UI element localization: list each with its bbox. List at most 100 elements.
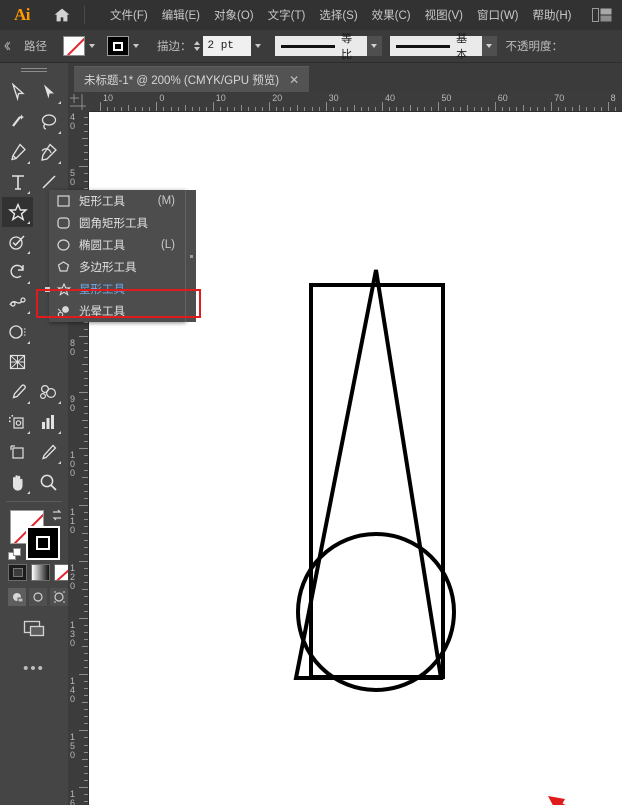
ruler-tick (79, 786, 88, 788)
rectangle-shape[interactable] (309, 283, 445, 679)
ruler-label-h: 10 (103, 93, 114, 103)
menu-window[interactable]: 窗口(W) (470, 3, 526, 27)
width-profile-dropdown-icon[interactable] (366, 36, 382, 56)
ruler-tick (79, 674, 88, 675)
shape-builder-tool[interactable] (2, 317, 33, 347)
ruler-label-h: 0 (159, 93, 165, 103)
mesh-tool[interactable] (2, 347, 33, 377)
gradient-tool-slot[interactable] (33, 347, 64, 377)
eyedropper-tool[interactable] (2, 377, 33, 407)
lasso-tool[interactable] (33, 107, 64, 137)
color-mode-button[interactable] (8, 564, 27, 581)
home-icon[interactable] (44, 0, 80, 30)
menu-file[interactable]: 文件(F) (103, 3, 155, 27)
star-tool[interactable] (2, 197, 33, 227)
type-tool[interactable] (2, 167, 33, 197)
flare-icon (55, 305, 72, 318)
slice-tool[interactable] (33, 437, 64, 467)
tool-flyout-indicator-icon (58, 131, 61, 134)
ruler-label-v: 40 (70, 112, 76, 131)
arrange-documents-icon[interactable] (592, 7, 612, 23)
swap-fill-stroke-icon[interactable] (50, 508, 64, 527)
menu-edit[interactable]: 编辑(E) (155, 3, 207, 27)
ruler-tick (382, 102, 383, 111)
flyout-rounded-rectangle-tool[interactable]: 圆角矩形工具 (49, 212, 185, 234)
tool-flyout-indicator-icon (27, 491, 30, 494)
ruler-tick (128, 105, 130, 111)
width-tool[interactable] (2, 287, 33, 317)
stroke-dropdown-chevron-icon[interactable] (129, 36, 143, 56)
ruler-tick (84, 547, 88, 549)
stroke-weight-stepper[interactable] (192, 36, 203, 56)
draw-normal-button[interactable] (8, 588, 26, 606)
brush-definition-dropdown-icon[interactable] (481, 36, 497, 56)
stroke-swatch-ring (36, 536, 50, 550)
ruler-tick (84, 462, 88, 464)
zoom-tool[interactable] (33, 467, 64, 497)
ruler-tick (473, 107, 475, 111)
document-tab[interactable]: 未标题-1* @ 200% (CMYK/GPU 预览) ✕ (74, 66, 310, 92)
stroke-weight-input[interactable]: 2 pt (202, 36, 251, 56)
ruler-tick (84, 518, 88, 520)
draw-inside-button[interactable] (50, 588, 68, 606)
flyout-ellipse-shortcut: (L) (160, 239, 175, 251)
shaper-tool[interactable] (2, 227, 33, 257)
flyout-star-tool[interactable]: 星形工具 (45, 278, 185, 300)
options-bar-grip[interactable] (0, 30, 12, 63)
brush-definition-selector[interactable]: 基本 (389, 33, 482, 61)
fill-dropdown-chevron-icon[interactable] (85, 36, 99, 56)
close-icon[interactable]: ✕ (289, 74, 299, 86)
rotate-tool[interactable] (2, 257, 33, 287)
tool-flyout-indicator-icon (58, 431, 61, 434)
fill-swatch[interactable] (63, 36, 85, 56)
ruler-tick (163, 107, 165, 111)
tools-panel-grip[interactable] (0, 63, 68, 77)
direct-selection-tool[interactable] (33, 77, 64, 107)
symbol-sprayer-tool[interactable] (2, 407, 33, 437)
flyout-ellipse-tool[interactable]: 椭圆工具 (L) (49, 234, 185, 256)
flyout-tear-off-strip[interactable] (185, 190, 196, 322)
flyout-polygon-tool[interactable]: 多边形工具 (49, 256, 185, 278)
ruler-tick (84, 652, 88, 654)
pen-tool[interactable] (2, 137, 33, 167)
menu-select[interactable]: 选择(S) (312, 3, 364, 27)
flyout-selected-bullet (45, 287, 50, 292)
ruler-origin-corner[interactable] (68, 92, 89, 112)
ruler-tick (233, 107, 235, 111)
hand-tool[interactable] (2, 467, 33, 497)
column-graph-tool[interactable] (33, 407, 64, 437)
gradient-mode-button[interactable] (31, 564, 50, 581)
ruler-tick (459, 107, 461, 111)
ruler-tick (297, 105, 299, 111)
selection-tool[interactable] (2, 77, 33, 107)
triangle-shape[interactable] (293, 269, 444, 680)
flyout-flare-tool[interactable]: 光晕工具 (49, 300, 185, 322)
menu-help[interactable]: 帮助(H) (526, 3, 579, 27)
edit-toolbar-button[interactable]: ••• (0, 660, 68, 677)
menu-view[interactable]: 视图(V) (418, 3, 470, 27)
menu-effect[interactable]: 效果(C) (365, 3, 418, 27)
stroke-weight-label: 描边： (157, 41, 192, 53)
screen-mode-icon[interactable] (0, 618, 68, 640)
stroke-weight-chevron-icon[interactable] (251, 36, 265, 56)
menu-type[interactable]: 文字(T) (261, 3, 313, 27)
magic-wand-tool[interactable] (2, 107, 33, 137)
ruler-tick (84, 159, 88, 161)
ruler-tick (226, 107, 228, 111)
stroke-color-swatch[interactable] (26, 526, 60, 560)
menu-object[interactable]: 对象(O) (207, 3, 261, 27)
ruler-tick (84, 610, 88, 612)
brush-definition-label: 基本 (456, 33, 468, 61)
ruler-tick (614, 107, 616, 111)
artboard-tool[interactable] (2, 437, 33, 467)
blend-tool[interactable] (33, 377, 64, 407)
illustrator-window: Ai 文件(F) 编辑(E) 对象(O) 文字(T) 选择(S) 效果(C) 视… (0, 0, 622, 805)
horizontal-ruler[interactable]: 10 0 10 20 30 40 50 60 70 8 (68, 92, 622, 112)
stroke-swatch[interactable] (107, 36, 129, 56)
ruler-tick (142, 107, 144, 111)
draw-behind-button[interactable] (29, 588, 47, 606)
curvature-tool[interactable] (33, 137, 64, 167)
flyout-rectangle-tool[interactable]: 矩形工具 (M) (49, 190, 185, 212)
width-profile-selector[interactable]: 等比 (274, 33, 367, 61)
flyout-flare-label: 光晕工具 (79, 306, 125, 318)
